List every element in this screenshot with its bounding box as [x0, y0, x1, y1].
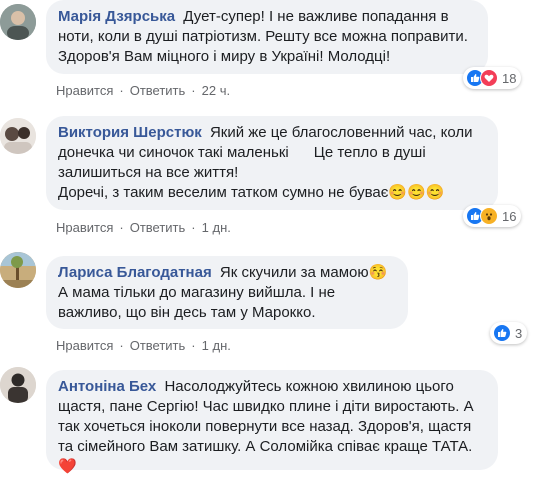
separator: ·	[119, 83, 124, 98]
reply-link[interactable]: Ответить	[130, 338, 186, 353]
reaction-count: 16	[502, 208, 517, 224]
like-link[interactable]: Нравится	[56, 83, 113, 98]
comment-text: Як скучили за мамою	[219, 264, 369, 281]
comment-bubble: Лариса Благодатная Як скучили за мамою😚 …	[46, 256, 408, 329]
heart-emoji: ❤️	[58, 458, 77, 475]
separator: ·	[119, 338, 124, 353]
comment-author[interactable]: Антоніна Бех	[58, 378, 156, 395]
comment-actions: Нравится · Ответить · 1 дн.	[56, 338, 231, 353]
comment-bubble: Антоніна Бех Насолоджуйтесь кожною хвили…	[46, 370, 498, 475]
comment-actions: Нравится · Ответить · 22 ч.	[56, 83, 230, 98]
reply-link[interactable]: Ответить	[130, 83, 186, 98]
smile-emoji: 😊😊😊	[388, 184, 445, 201]
comment-timestamp[interactable]: 22 ч.	[202, 83, 230, 98]
reactions-summary[interactable]: 18	[463, 67, 522, 89]
like-reaction-icon	[493, 324, 511, 342]
like-link[interactable]: Нравится	[56, 220, 113, 235]
comment-author[interactable]: Лариса Благодатная	[58, 264, 212, 281]
comment-actions: Нравится · Ответить · 1 дн.	[56, 220, 231, 235]
comment-timestamp[interactable]: 1 дн.	[202, 220, 231, 235]
wow-reaction-icon	[480, 207, 498, 225]
reactions-summary[interactable]: 16	[463, 205, 522, 227]
comment-author[interactable]: Виктория Шерстюк	[58, 124, 202, 141]
like-link[interactable]: Нравится	[56, 338, 113, 353]
avatar[interactable]	[0, 118, 36, 154]
separator: ·	[191, 220, 196, 235]
separator: ·	[191, 338, 196, 353]
comment-bubble: Марія Дзярська Дует-супер! І не важливе …	[46, 0, 488, 74]
kissing-emoji: 😚	[368, 264, 388, 281]
comment-author[interactable]: Марія Дзярська	[58, 8, 175, 25]
separator: ·	[191, 83, 196, 98]
comment-timestamp[interactable]: 1 дн.	[202, 338, 231, 353]
love-reaction-icon	[480, 69, 498, 87]
comment-bubble: Виктория Шерстюк Який же це благословенн…	[46, 116, 498, 210]
avatar[interactable]	[0, 367, 36, 403]
avatar[interactable]	[0, 252, 36, 288]
reply-link[interactable]: Ответить	[130, 220, 186, 235]
avatar[interactable]	[0, 4, 36, 40]
separator: ·	[119, 220, 124, 235]
reaction-count: 18	[502, 70, 517, 86]
reactions-summary[interactable]: 3	[490, 322, 528, 344]
reaction-count: 3	[515, 325, 523, 341]
